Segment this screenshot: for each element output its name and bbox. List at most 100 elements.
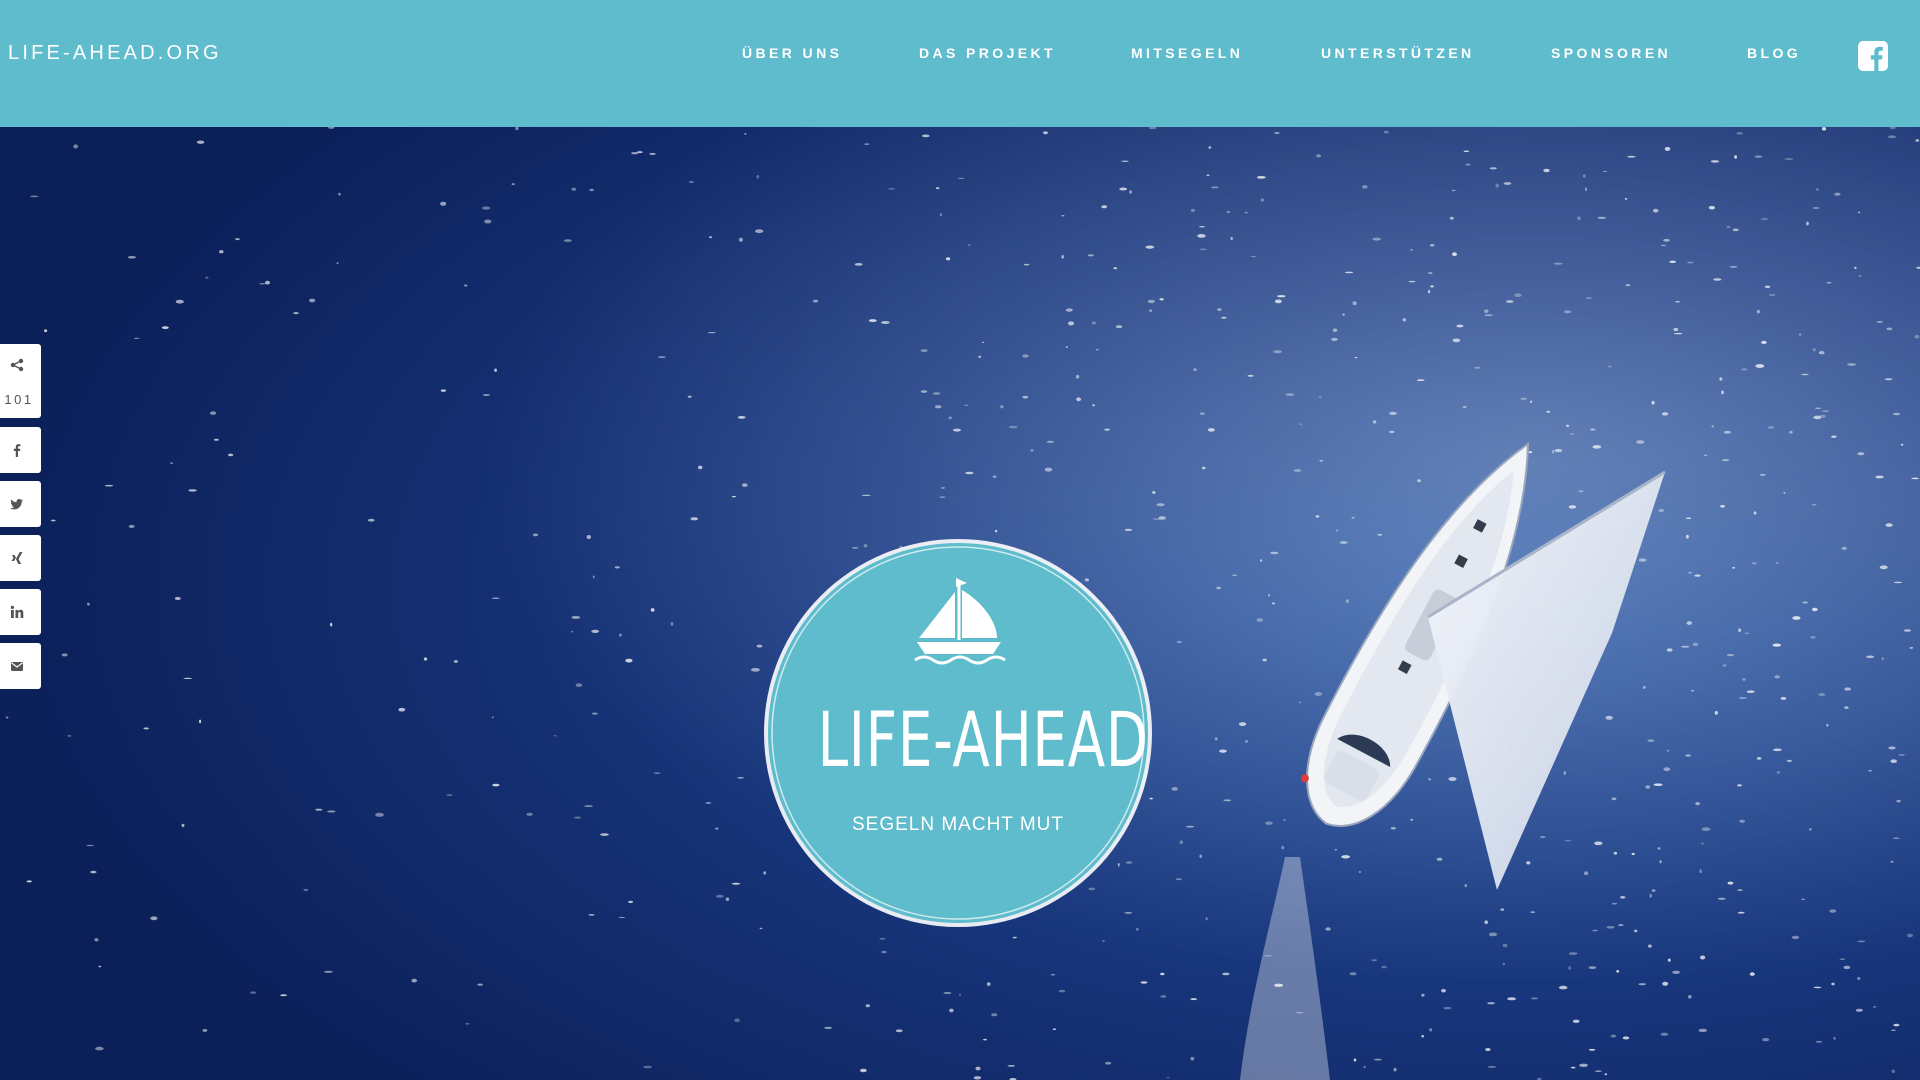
water-sparkle — [1452, 338, 1461, 343]
water-sparkle — [1890, 860, 1894, 863]
water-sparkle — [1149, 309, 1152, 313]
water-sparkle — [734, 1018, 740, 1023]
water-sparkle — [1666, 749, 1670, 752]
water-sparkle — [1699, 869, 1702, 874]
nav-item-ueber-uns[interactable]: ÜBER UNS — [742, 45, 842, 61]
water-sparkle — [1341, 855, 1350, 859]
water-sparkle — [1611, 797, 1617, 801]
water-sparkle — [994, 529, 998, 533]
water-sparkle — [1152, 491, 1156, 494]
water-sparkle — [1262, 658, 1267, 662]
water-sparkle — [492, 783, 500, 787]
water-sparkle — [1673, 327, 1679, 332]
water-sparkle — [1847, 363, 1856, 366]
water-sparkle — [1893, 412, 1900, 416]
water-sparkle — [1739, 819, 1746, 823]
water-sparkle — [1207, 428, 1215, 432]
water-sparkle — [637, 151, 643, 154]
water-sparkle — [1095, 349, 1099, 351]
water-sparkle — [1713, 278, 1722, 281]
water-sparkle — [465, 1022, 470, 1025]
water-sparkle — [411, 978, 418, 983]
water-sparkle — [1642, 685, 1646, 689]
water-sparkle — [1335, 529, 1339, 532]
water-sparkle — [1818, 693, 1826, 697]
nav-item-unterstuetzen[interactable]: UNTERSTÜTZEN — [1321, 45, 1475, 61]
water-sparkle — [1293, 469, 1302, 472]
water-sparkle — [375, 812, 384, 817]
water-sparkle — [1572, 1019, 1580, 1023]
water-sparkle — [1156, 503, 1165, 507]
water-sparkle — [1597, 216, 1607, 219]
water-sparkle — [1530, 400, 1533, 404]
water-sparkle — [986, 982, 991, 986]
water-sparkle — [575, 683, 583, 687]
water-sparkle — [1554, 448, 1563, 453]
share-facebook-button[interactable] — [0, 427, 41, 473]
water-sparkle — [1205, 917, 1208, 921]
water-sparkle — [265, 280, 270, 285]
water-sparkle — [309, 298, 316, 303]
water-sparkle — [44, 329, 48, 333]
water-sparkle — [1199, 412, 1205, 415]
water-sparkle — [1588, 1048, 1596, 1051]
water-sparkle — [1698, 1028, 1708, 1033]
facebook-square-icon[interactable] — [1858, 41, 1888, 71]
water-sparkle — [1362, 185, 1368, 189]
nav-item-sponsoren[interactable]: SPONSOREN — [1551, 45, 1671, 61]
nav-item-mitsegeln[interactable]: MITSEGELN — [1131, 45, 1243, 61]
water-sparkle — [1121, 160, 1129, 162]
water-sparkle — [95, 1046, 104, 1051]
water-sparkle — [553, 735, 557, 737]
water-sparkle — [1666, 648, 1673, 652]
water-sparkle — [731, 495, 736, 498]
water-sparkle — [1484, 920, 1488, 924]
water-sparkle — [1726, 654, 1735, 657]
water-sparkle — [1780, 696, 1787, 700]
water-sparkle — [1620, 896, 1626, 899]
water-sparkle — [1669, 260, 1677, 263]
share-xing-button[interactable] — [0, 535, 41, 581]
water-sparkle — [614, 566, 620, 569]
water-sparkle — [1570, 1066, 1576, 1069]
share-email-button[interactable] — [0, 643, 41, 689]
water-sparkle — [1690, 689, 1695, 692]
water-sparkle — [1907, 933, 1913, 938]
water-sparkle — [511, 183, 515, 185]
water-sparkle — [1140, 981, 1148, 984]
water-sparkle — [1592, 445, 1602, 449]
water-sparkle — [1190, 998, 1198, 1001]
nav-item-das-projekt[interactable]: DAS PROJEKT — [919, 45, 1056, 61]
water-sparkle — [1214, 737, 1218, 741]
water-sparkle — [1876, 321, 1883, 323]
water-sparkle — [1585, 187, 1587, 192]
water-sparkle — [1332, 328, 1338, 332]
water-sparkle — [94, 938, 99, 942]
water-sparkle — [715, 894, 724, 898]
water-sparkle — [174, 596, 181, 601]
share-twitter-button[interactable] — [0, 481, 41, 527]
share-linkedin-button[interactable] — [0, 589, 41, 635]
water-sparkle — [143, 727, 149, 730]
water-sparkle — [303, 889, 309, 891]
water-sparkle — [1462, 406, 1467, 408]
nav-item-blog[interactable]: BLOG — [1747, 45, 1801, 61]
water-sparkle — [1708, 205, 1715, 210]
site-title[interactable]: LIFE-AHEAD.ORG — [8, 42, 222, 65]
water-sparkle — [1756, 757, 1762, 760]
water-sparkle — [600, 833, 609, 836]
water-sparkle — [196, 140, 205, 144]
water-sparkle — [949, 1008, 954, 1013]
water-sparkle — [1408, 280, 1416, 283]
water-sparkle — [235, 238, 240, 241]
water-sparkle — [1594, 841, 1603, 846]
water-sparkle — [1176, 641, 1182, 643]
water-sparkle — [1686, 517, 1692, 519]
water-sparkle — [1568, 966, 1571, 970]
water-sparkle — [1193, 368, 1197, 371]
water-sparkle — [1410, 249, 1413, 251]
water-sparkle — [1893, 1023, 1900, 1027]
water-sparkle — [1129, 190, 1133, 194]
water-sparkle — [939, 213, 943, 217]
water-sparkle — [1737, 889, 1743, 891]
